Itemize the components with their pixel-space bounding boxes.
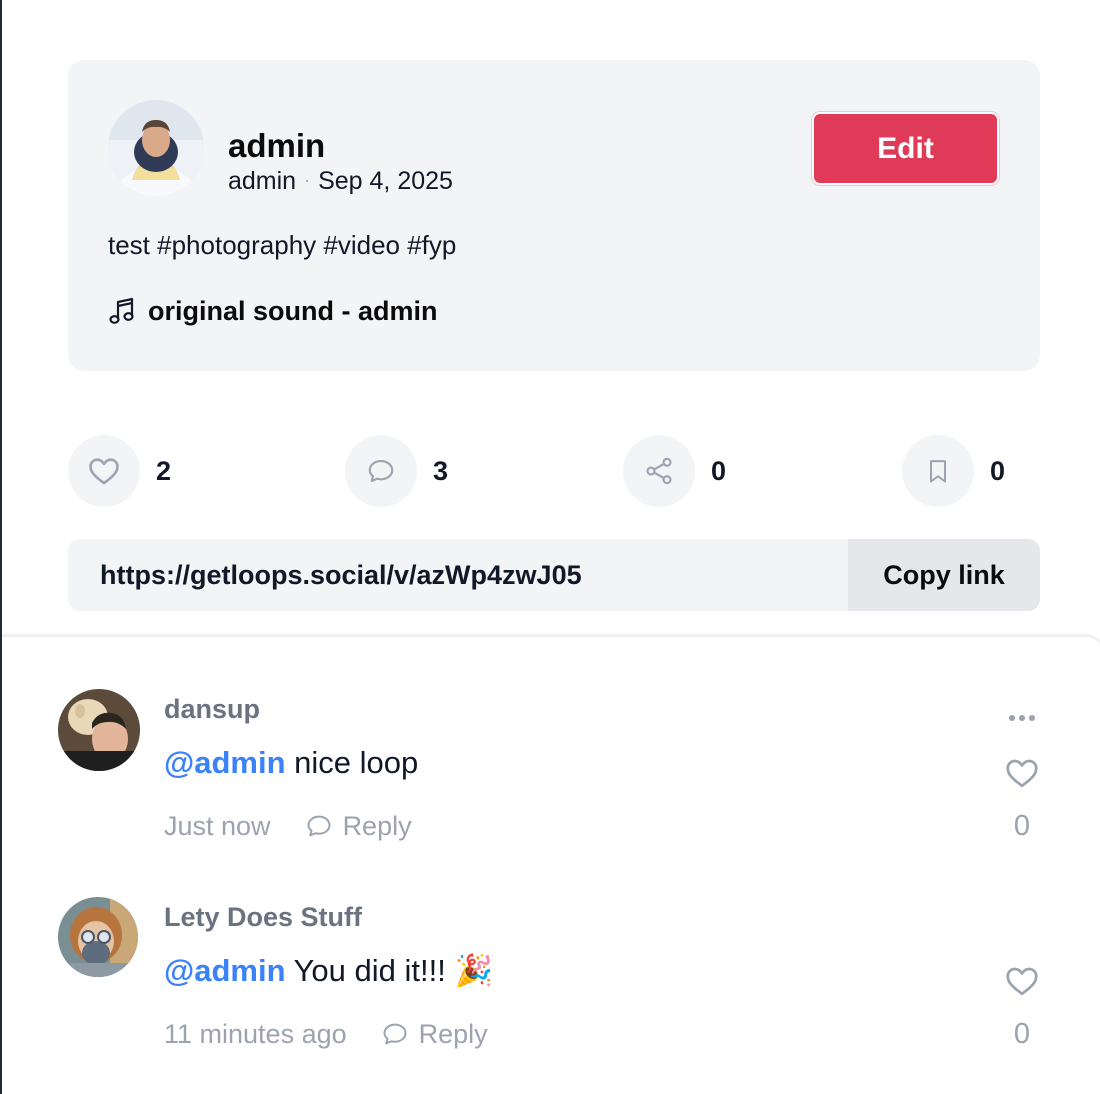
author-avatar[interactable]	[108, 100, 204, 196]
bookmark-count: 0	[990, 455, 1006, 486]
share-button[interactable]	[623, 435, 695, 507]
share-icon	[646, 457, 672, 485]
comment-button[interactable]	[345, 435, 417, 507]
post-caption: test #photography #video #fyp	[108, 230, 457, 260]
commenter-username[interactable]: dansup	[164, 693, 260, 725]
share-count: 0	[711, 455, 727, 486]
share-link-row: https://getloops.social/v/azWp4zwJ05 Cop…	[68, 539, 1040, 611]
heart-icon[interactable]	[1003, 963, 1041, 999]
post-card: admin admin · Sep 4, 2025 Edit test #photo…	[68, 60, 1040, 371]
share-url[interactable]: https://getloops.social/v/azWp4zwJ05	[100, 539, 582, 611]
comment-text: @admin nice loop	[164, 743, 418, 783]
reply-button[interactable]: Reply	[381, 1019, 488, 1050]
bookmark-action: 0	[902, 435, 1005, 507]
comment-meta: 11 minutes ago Reply	[164, 1017, 488, 1051]
share-action: 0	[623, 435, 726, 507]
reply-button[interactable]: Reply	[305, 811, 412, 842]
video-detail-panel: admin admin · Sep 4, 2025 Edit test #photo…	[0, 0, 1100, 1094]
edit-button[interactable]: Edit	[812, 112, 999, 185]
chat-bubble-icon	[368, 459, 394, 483]
chat-bubble-icon	[307, 815, 331, 837]
comment-meta: Just now Reply	[164, 809, 412, 843]
like-count: 2	[156, 455, 172, 486]
mention-link[interactable]: @admin	[164, 745, 286, 780]
reply-label: Reply	[342, 810, 412, 841]
commenter-avatar[interactable]	[58, 689, 140, 771]
comment-time: Just now	[164, 810, 271, 841]
comments-panel: dansup @admin nice loop Just now Reply 0…	[2, 634, 1100, 1094]
post-date: Sep 4, 2025	[318, 167, 453, 195]
mention-link[interactable]: @admin	[164, 953, 286, 988]
copy-link-button[interactable]: Copy link	[848, 539, 1040, 611]
comment-like-count: 0	[1013, 810, 1031, 842]
comment-action: 3	[345, 435, 448, 507]
comment-like-count: 0	[1013, 1018, 1031, 1050]
bookmark-button[interactable]	[902, 435, 974, 507]
author-handle[interactable]: admin	[228, 167, 296, 195]
chat-bubble-icon	[383, 1023, 407, 1045]
comment-text: @admin You did it!!! 🎉	[164, 951, 493, 991]
reply-label: Reply	[418, 1018, 488, 1049]
comment-time: 11 minutes ago	[164, 1018, 347, 1049]
heart-icon[interactable]	[1003, 755, 1041, 791]
more-dots-icon[interactable]	[1007, 713, 1037, 723]
commenter-username[interactable]: Lety Does Stuff	[164, 901, 362, 933]
comment-body: nice loop	[285, 745, 419, 780]
like-button[interactable]	[68, 435, 140, 507]
like-action: 2	[68, 435, 171, 507]
action-bar: 2 3 0 0	[68, 435, 1040, 507]
sound-link[interactable]: original sound - admin	[108, 294, 438, 328]
heart-icon	[89, 458, 119, 485]
author-name[interactable]: admin	[228, 126, 325, 166]
meta-separator: ·	[304, 170, 311, 190]
bookmark-icon	[930, 460, 946, 483]
author-meta: admin · Sep 4, 2025	[228, 166, 453, 198]
comment-body: You did it!!! 🎉	[285, 953, 494, 988]
music-note-icon	[109, 297, 134, 324]
comment-item: dansup @admin nice loop Just now Reply 0	[2, 637, 1100, 842]
sound-name: original sound - admin	[148, 296, 438, 326]
comment-count: 3	[433, 455, 449, 486]
commenter-avatar[interactable]	[58, 897, 138, 977]
comment-item: Lety Does Stuff @admin You did it!!! 🎉 1…	[2, 845, 1100, 1050]
